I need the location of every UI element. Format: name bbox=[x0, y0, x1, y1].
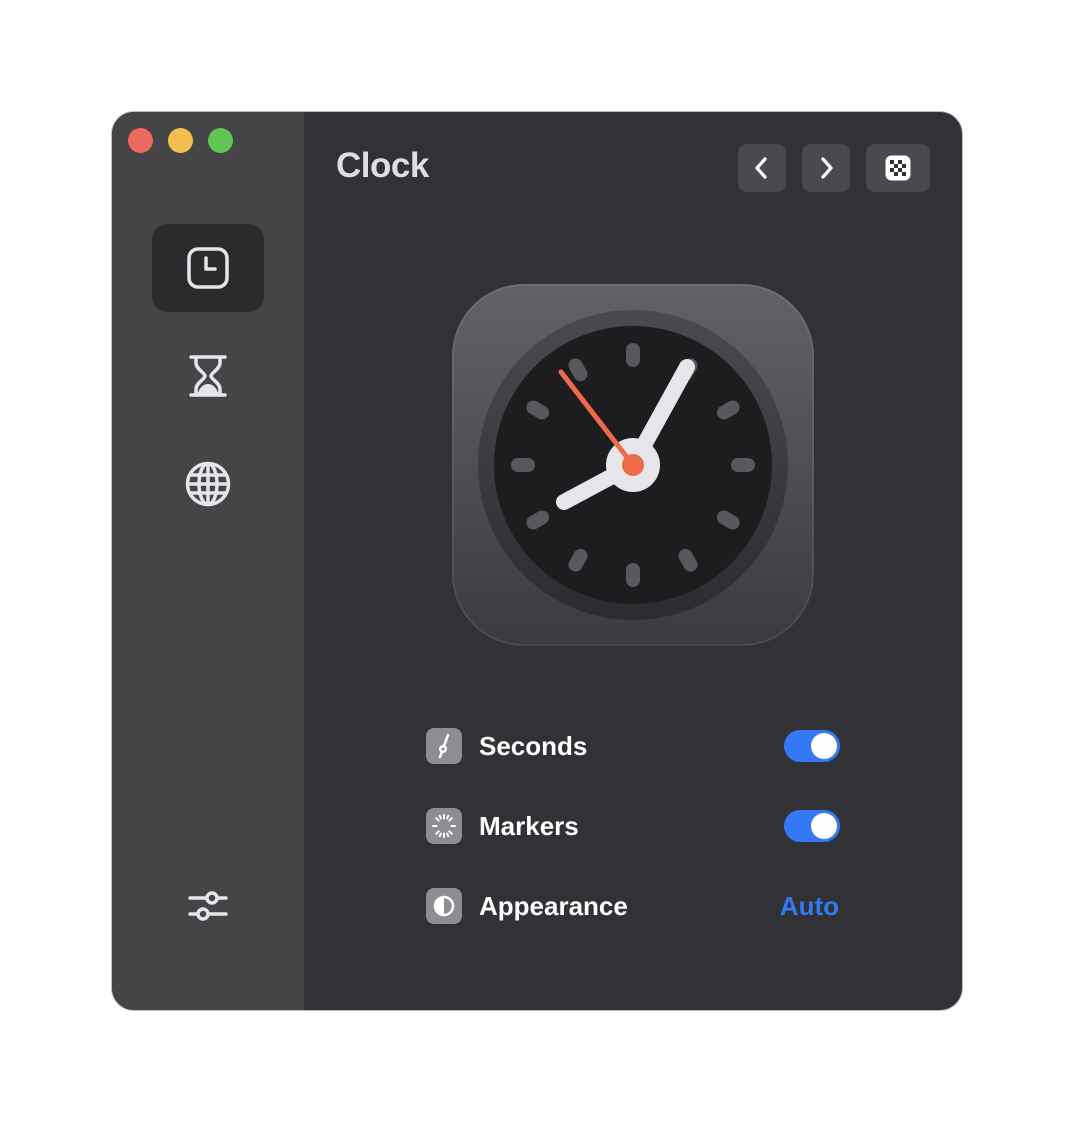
clock-app-icon bbox=[452, 284, 814, 646]
page-title: Clock bbox=[336, 146, 429, 185]
traffic-lights bbox=[128, 128, 233, 153]
seconds-row: Seconds bbox=[426, 726, 840, 766]
settings-button[interactable] bbox=[152, 862, 264, 950]
clock-preview bbox=[452, 284, 814, 646]
appearance-label: Appearance bbox=[479, 890, 628, 921]
toggle-knob bbox=[811, 733, 837, 759]
globe-icon bbox=[185, 461, 231, 507]
appearance-row: Appearance Auto bbox=[426, 886, 840, 926]
contrast-icon bbox=[426, 888, 462, 924]
checkerboard-icon bbox=[885, 155, 911, 181]
main-content: Clock Seconds Markers Appearance Auto bbox=[304, 112, 962, 1010]
sliders-icon bbox=[188, 891, 228, 921]
seconds-label: Seconds bbox=[479, 730, 588, 761]
markers-toggle[interactable] bbox=[784, 810, 840, 842]
seconds-hand-icon bbox=[426, 728, 462, 764]
clock-icon bbox=[187, 247, 229, 289]
sidebar-item-timer[interactable] bbox=[152, 332, 264, 420]
chevron-right-icon bbox=[821, 157, 833, 179]
close-button[interactable] bbox=[128, 128, 153, 153]
markers-label: Markers bbox=[479, 810, 579, 841]
markers-row: Markers bbox=[426, 806, 840, 846]
chevron-left-icon bbox=[755, 157, 767, 179]
seconds-toggle[interactable] bbox=[784, 730, 840, 762]
forward-button[interactable] bbox=[802, 144, 850, 192]
toggle-knob bbox=[811, 813, 837, 839]
zoom-button[interactable] bbox=[208, 128, 233, 153]
sidebar-item-world-clock[interactable] bbox=[152, 440, 264, 528]
transparency-button[interactable] bbox=[866, 144, 930, 192]
sidebar bbox=[112, 112, 304, 1010]
minimize-button[interactable] bbox=[168, 128, 193, 153]
appearance-value[interactable]: Auto bbox=[780, 891, 839, 922]
back-button[interactable] bbox=[738, 144, 786, 192]
app-window: Clock Seconds Markers Appearance Auto bbox=[112, 112, 962, 1010]
sidebar-item-clock[interactable] bbox=[152, 224, 264, 312]
markers-icon bbox=[426, 808, 462, 844]
hourglass-icon bbox=[189, 355, 227, 397]
